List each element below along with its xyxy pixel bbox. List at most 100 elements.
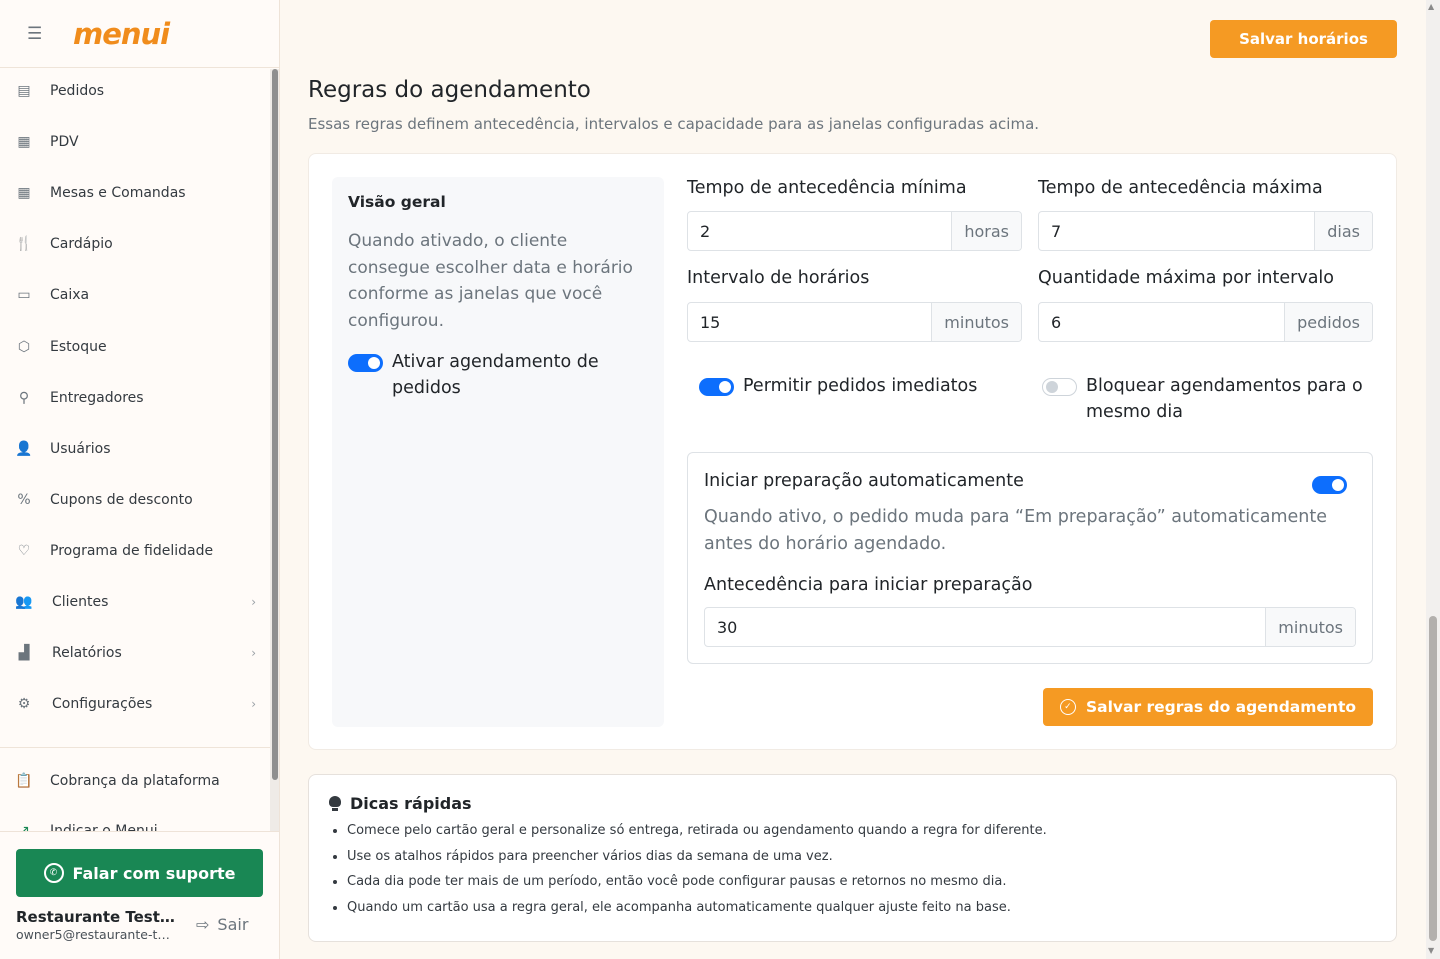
section-subtitle: Essas regras definem antecedência, inter… [308,115,1040,133]
max-lead-input[interactable]: 7 [1039,212,1314,250]
users-icon: 👥 [15,594,33,610]
max-per-interval-unit: pedidos [1284,303,1372,341]
save-hours-button[interactable]: Salvar horários [1210,20,1397,58]
chevron-right-icon: › [251,697,256,711]
max-per-interval-input-group: 6 pedidos [1038,302,1373,342]
heart-icon: ♡ [17,543,31,559]
hamburger-menu-icon[interactable]: ☰ [27,24,47,44]
sidebar-scrollbar-thumb[interactable] [272,69,278,780]
enable-scheduling-toggle[interactable] [348,354,383,372]
sidebar-item-label: Clientes [52,594,109,610]
min-lead-input[interactable]: 2 [688,212,951,250]
sidebar-item-cobranca[interactable]: 📋 Cobrança da plataforma [0,761,270,801]
auto-prep-lead-label: Antecedência para iniciar preparação [704,575,1033,595]
sidebar-item-label: Usuários [50,441,111,457]
sidebar-item-usuarios[interactable]: 👤 Usuários [0,429,270,469]
sidebar-item-label: Caixa [50,287,90,303]
sidebar-item-configuracoes[interactable]: ⚙ Configurações › [0,684,270,724]
check-circle-icon: ✓ [1059,699,1076,715]
sidebar-item-label: Programa de fidelidade [50,543,214,559]
support-button-label: Falar com suporte [72,863,236,883]
sidebar-item-label: Configurações [52,696,153,712]
utensils-icon: 🍴 [15,236,33,252]
sidebar-item-label: Mesas e Comandas [50,185,186,201]
min-lead-input-group: 2 horas [687,211,1022,251]
max-lead-label: Tempo de antecedência máxima [1038,178,1323,198]
main-scrollbar-thumb[interactable] [1429,616,1437,941]
sidebar-item-label: Pedidos [50,83,105,99]
sidebar-item-caixa[interactable]: ▭ Caixa [0,275,270,315]
overview-panel: Visão geral Quando ativado, o cliente co… [332,177,664,727]
tips-title: Dicas rápidas [329,794,472,813]
max-per-interval-label: Quantidade máxima por intervalo [1038,268,1334,288]
sidebar-item-relatorios[interactable]: ▟ Relatórios › [0,633,270,673]
box-icon: ⬡ [17,339,31,355]
scroll-up-icon[interactable]: ▲ [1428,2,1434,11]
section-title: Regras do agendamento [308,77,591,103]
sidebar-item-cupons[interactable]: % Cupons de desconto [0,480,270,520]
overview-text: Quando ativado, o cliente consegue escol… [348,231,633,331]
sidebar-item-pdv[interactable]: ▦ PDV [0,122,270,162]
sidebar-footer: ✆ Falar com suporte Restaurante Teste Ow… [0,831,279,959]
restaurant-name: Restaurante Teste Owner 5 [16,908,176,926]
chevron-right-icon: › [251,646,256,660]
sidebar-item-mesas[interactable]: ▦ Mesas e Comandas [0,173,270,213]
sidebar-item-indicar[interactable]: ↗ Indicar o Menui [0,811,270,831]
table-icon: ▦ [17,185,31,201]
sidebar-item-label: Relatórios [52,645,122,661]
bicycle-icon: ⚲ [18,390,30,406]
max-lead-unit: dias [1314,212,1372,250]
auto-prep-panel: Iniciar preparação automaticamente Quand… [687,452,1373,664]
auto-prep-toggle[interactable] [1312,476,1347,494]
logo[interactable]: menui [73,17,170,51]
scroll-down-icon[interactable]: ▼ [1428,946,1434,955]
auto-prep-title: Iniciar preparação automaticamente [704,471,1024,491]
quick-tips-card: Dicas rápidas Comece pelo cartão geral e… [308,774,1397,942]
sidebar-item-label: Indicar o Menui [50,823,158,831]
chevron-right-icon: › [251,595,256,609]
save-rules-label: Salvar regras do agendamento [1085,698,1357,716]
receipt-icon: ▤ [17,83,31,99]
tip-item: Use os atalhos rápidos para preencher vá… [347,849,1047,875]
enable-scheduling-label: Ativar agendamento de pedidos [392,352,599,398]
interval-unit: minutos [931,303,1021,341]
sidebar-item-entregadores[interactable]: ⚲ Entregadores [0,378,270,418]
lightbulb-icon [329,796,341,811]
allow-immediate-toggle[interactable] [699,378,734,396]
support-button[interactable]: ✆ Falar com suporte [16,849,263,897]
tip-item: Cada dia pode ter mais de um período, en… [347,874,1047,900]
save-rules-button[interactable]: ✓ Salvar regras do agendamento [1043,688,1373,726]
block-same-day-toggle[interactable] [1042,378,1077,396]
sidebar: ☰ menui ▤ Pedidos ▦ PDV ▦ Mesas e Comand… [0,0,280,959]
max-per-interval-input[interactable]: 6 [1039,303,1284,341]
sidebar-item-fidelidade[interactable]: ♡ Programa de fidelidade [0,531,270,571]
sidebar-item-cardapio[interactable]: 🍴 Cardápio [0,224,270,264]
min-lead-label: Tempo de antecedência mínima [687,178,967,198]
gear-icon: ⚙ [17,696,31,712]
interval-label: Intervalo de horários [687,268,870,288]
logout-label: Sair [217,915,249,934]
tip-item: Quando um cartão usa a regra geral, ele … [347,900,1047,926]
interval-input-group: 15 minutos [687,302,1022,342]
restaurant-email: owner5@restaurante-teste.com [16,927,174,942]
sidebar-item-clientes[interactable]: 👥 Clientes › [0,582,270,622]
interval-input[interactable]: 15 [688,303,931,341]
sidebar-item-label: Cardápio [50,236,113,252]
overview-title: Visão geral [348,193,446,211]
sidebar-item-label: Cobrança da plataforma [50,773,220,789]
sidebar-item-estoque[interactable]: ⬡ Estoque [0,327,270,367]
sidebar-nav: ▤ Pedidos ▦ PDV ▦ Mesas e Comandas 🍴 Car… [0,69,270,831]
whatsapp-icon: ✆ [43,863,64,883]
sidebar-item-label: PDV [50,134,79,150]
cash-register-icon: ▭ [17,287,31,303]
sidebar-item-label: Entregadores [50,390,144,406]
bar-chart-icon: ▟ [18,645,30,661]
sidebar-item-label: Estoque [50,339,107,355]
sidebar-header: ☰ menui [0,0,279,68]
logout-button[interactable]: ⇨ Sair [196,915,248,934]
share-icon: ↗ [18,823,30,831]
auto-prep-input[interactable]: 30 [705,608,1265,646]
sidebar-item-pedidos[interactable]: ▤ Pedidos [0,71,270,111]
min-lead-unit: horas [951,212,1021,250]
auto-prep-input-group: 30 minutos [704,607,1356,647]
